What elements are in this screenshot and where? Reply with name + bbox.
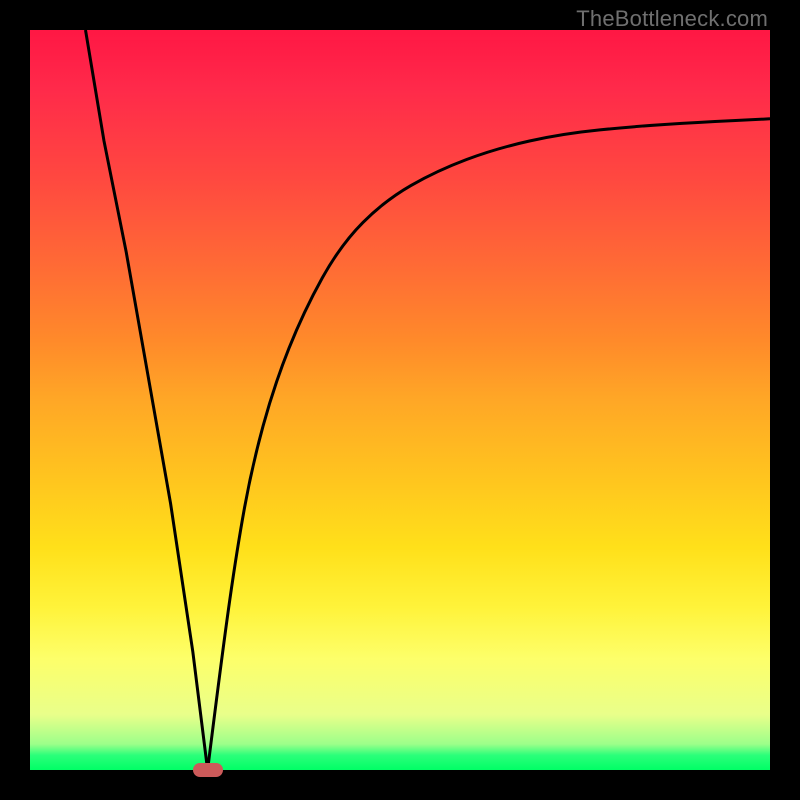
curve-left-branch <box>86 30 208 770</box>
curve-right-branch <box>208 119 770 770</box>
minimum-marker <box>193 763 223 777</box>
bottleneck-curve <box>30 30 770 770</box>
plot-area <box>30 30 770 770</box>
watermark-text: TheBottleneck.com <box>576 6 768 32</box>
chart-frame: TheBottleneck.com <box>0 0 800 800</box>
